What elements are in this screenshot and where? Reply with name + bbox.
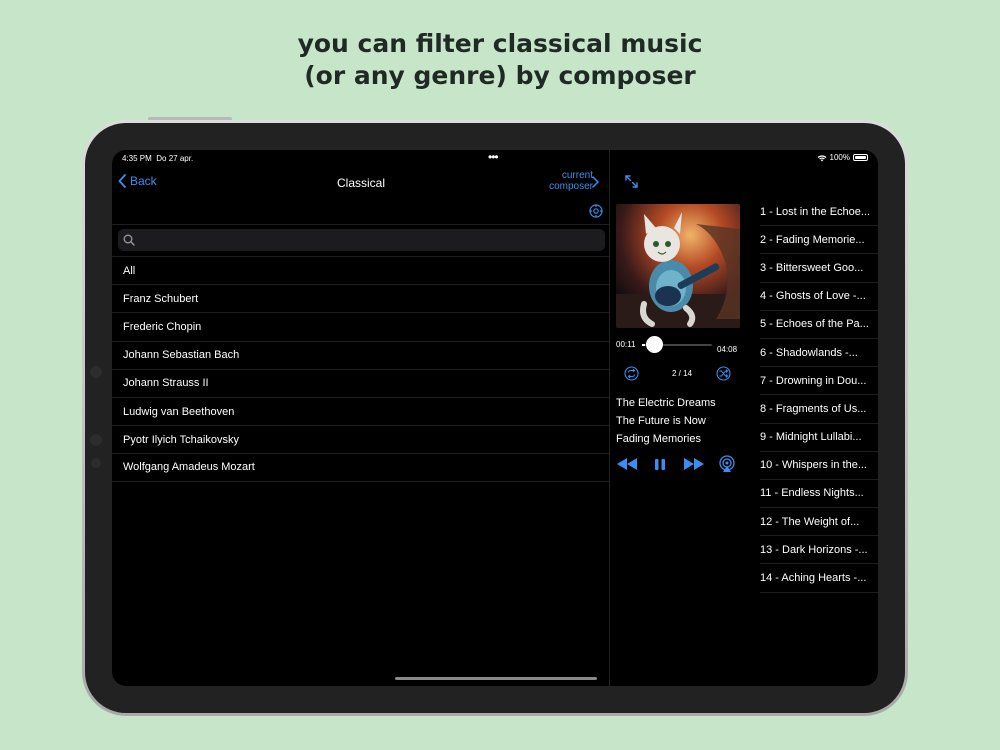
queue-item[interactable]: 4 - Ghosts of Love -... [760,283,878,311]
composer-item-bach[interactable]: Johann Sebastian Bach [112,340,610,369]
queue-item-label: 11 - Endless Nights... [760,487,864,500]
current-composer-line1: current [561,170,593,181]
composer-item-all[interactable]: All [112,256,610,284]
track-name: Fading Memories [616,433,701,445]
composer-label: Frederic Chopin [123,320,202,333]
composer-item-schubert[interactable]: Franz Schubert [112,284,610,312]
gear-icon[interactable] [589,204,603,218]
expand-icon[interactable] [624,174,639,189]
composer-item-mozart[interactable]: Wolfgang Amadeus Mozart [112,453,610,482]
queue-item[interactable]: 9 - Midnight Lullabi... [760,424,878,452]
queue-item-label: 1 - Lost in the Echoe... [760,205,871,218]
album-artwork [616,204,740,328]
queue-item[interactable]: 5 - Echoes of the Pa... [760,311,878,339]
queue-item[interactable]: 6 - Shadowlands -... [760,339,878,368]
composer-label: Franz Schubert [123,292,199,305]
sensor-dot-2 [91,458,101,468]
pause-icon[interactable] [654,456,666,472]
composer-label: Ludwig van Beethoven [123,405,235,418]
composer-item-tchaikovsky[interactable]: Pyotr Ilyich Tchaikovsky [112,425,610,453]
composer-item-chopin[interactable]: Frederic Chopin [112,312,610,340]
search-field[interactable] [118,229,605,251]
home-indicator[interactable] [395,677,597,680]
queue-item[interactable]: 7 - Drowning in Dou... [760,367,878,396]
queue-item[interactable]: 1 - Lost in the Echoe... [760,198,878,227]
divider [112,224,610,225]
composer-label: Pyotr Ilyich Tchaikovsky [123,433,239,446]
queue-item-label: 13 - Dark Horizons -... [760,543,868,556]
rewind-icon[interactable] [616,456,638,472]
chevron-right-icon[interactable] [592,176,599,188]
composer-label: Wolfgang Amadeus Mozart [123,461,255,474]
wifi-icon [817,154,826,161]
composer-panel: Back Classical current composer All Fran… [112,150,610,686]
app-screen: 4:35 PM Do 27 apr. ••• 100% Back Classic… [112,150,878,686]
progress-fill [642,344,646,346]
queue-item-label: 5 - Echoes of the Pa... [760,318,869,331]
queue-item-label: 3 - Bittersweet Goo... [760,261,864,274]
headline: you can filter classical music (or any g… [0,28,1000,92]
total-time: 04:08 [717,345,738,354]
fast-forward-icon[interactable] [683,456,705,472]
queue-item-label: 14 - Aching Hearts -... [760,572,867,585]
composer-label: Johann Strauss II [123,377,209,390]
current-composer-button[interactable]: current composer [549,170,593,192]
search-icon [123,234,135,246]
queue-item[interactable]: 3 - Bittersweet Goo... [760,254,878,283]
queue-item[interactable]: 11 - Endless Nights... [760,480,878,509]
shuffle-icon[interactable] [716,366,731,381]
search-input[interactable] [140,229,590,251]
album-name: The Future is Now [616,415,706,427]
camera-dot [90,366,102,378]
queue-item-label: 6 - Shadowlands -... [760,346,858,359]
composer-item-strauss[interactable]: Johann Strauss II [112,368,610,397]
page-title: Classical [336,176,385,190]
queue-item[interactable]: 8 - Fragments of Us... [760,395,878,424]
queue-item-label: 12 - The Weight of... [760,515,860,528]
queue-item-label: 2 - Fading Memorie... [760,233,865,246]
queue-item-label: 8 - Fragments of Us... [760,402,867,415]
composer-item-beethoven[interactable]: Ludwig van Beethoven [112,396,610,425]
artist-name: The Electric Dreams [616,397,716,409]
track-counter: 2 / 14 [672,369,693,378]
queue-item[interactable]: 13 - Dark Horizons -... [760,536,878,565]
queue-item[interactable]: 12 - The Weight of... [760,508,878,537]
composer-label: All [123,264,136,277]
sensor-dot [90,434,102,446]
progress-thumb[interactable] [646,336,663,353]
headline-line-1: you can filter classical music [297,29,703,58]
headline-line-2: (or any genre) by composer [304,61,696,90]
queue-item-label: 7 - Drowning in Dou... [760,374,867,387]
queue-item-label: 9 - Midnight Lullabi... [760,431,862,444]
queue-item-label: 4 - Ghosts of Love -... [760,290,866,303]
now-playing-info: The Electric Dreams The Future is Now Fa… [616,394,716,448]
current-composer-line2: composer [549,181,593,192]
airplay-icon[interactable] [718,455,736,473]
battery-icon [853,154,868,161]
queue-item-label: 10 - Whispers in the... [760,459,867,472]
repeat-icon[interactable] [624,366,639,381]
queue-item[interactable]: 10 - Whispers in the... [760,452,878,480]
composer-label: Johann Sebastian Bach [123,349,240,362]
status-right: 100% [817,153,868,162]
queue-item[interactable]: 2 - Fading Memorie... [760,226,878,255]
composer-list: All Franz Schubert Frederic Chopin Johan… [112,256,610,482]
battery-percent: 100% [829,153,850,162]
playback-controls [616,455,736,474]
queue-list: 1 - Lost in the Echoe... 2 - Fading Memo… [760,198,878,593]
elapsed-time: 00:11 [616,340,636,349]
queue-item[interactable]: 14 - Aching Hearts -... [760,564,878,593]
